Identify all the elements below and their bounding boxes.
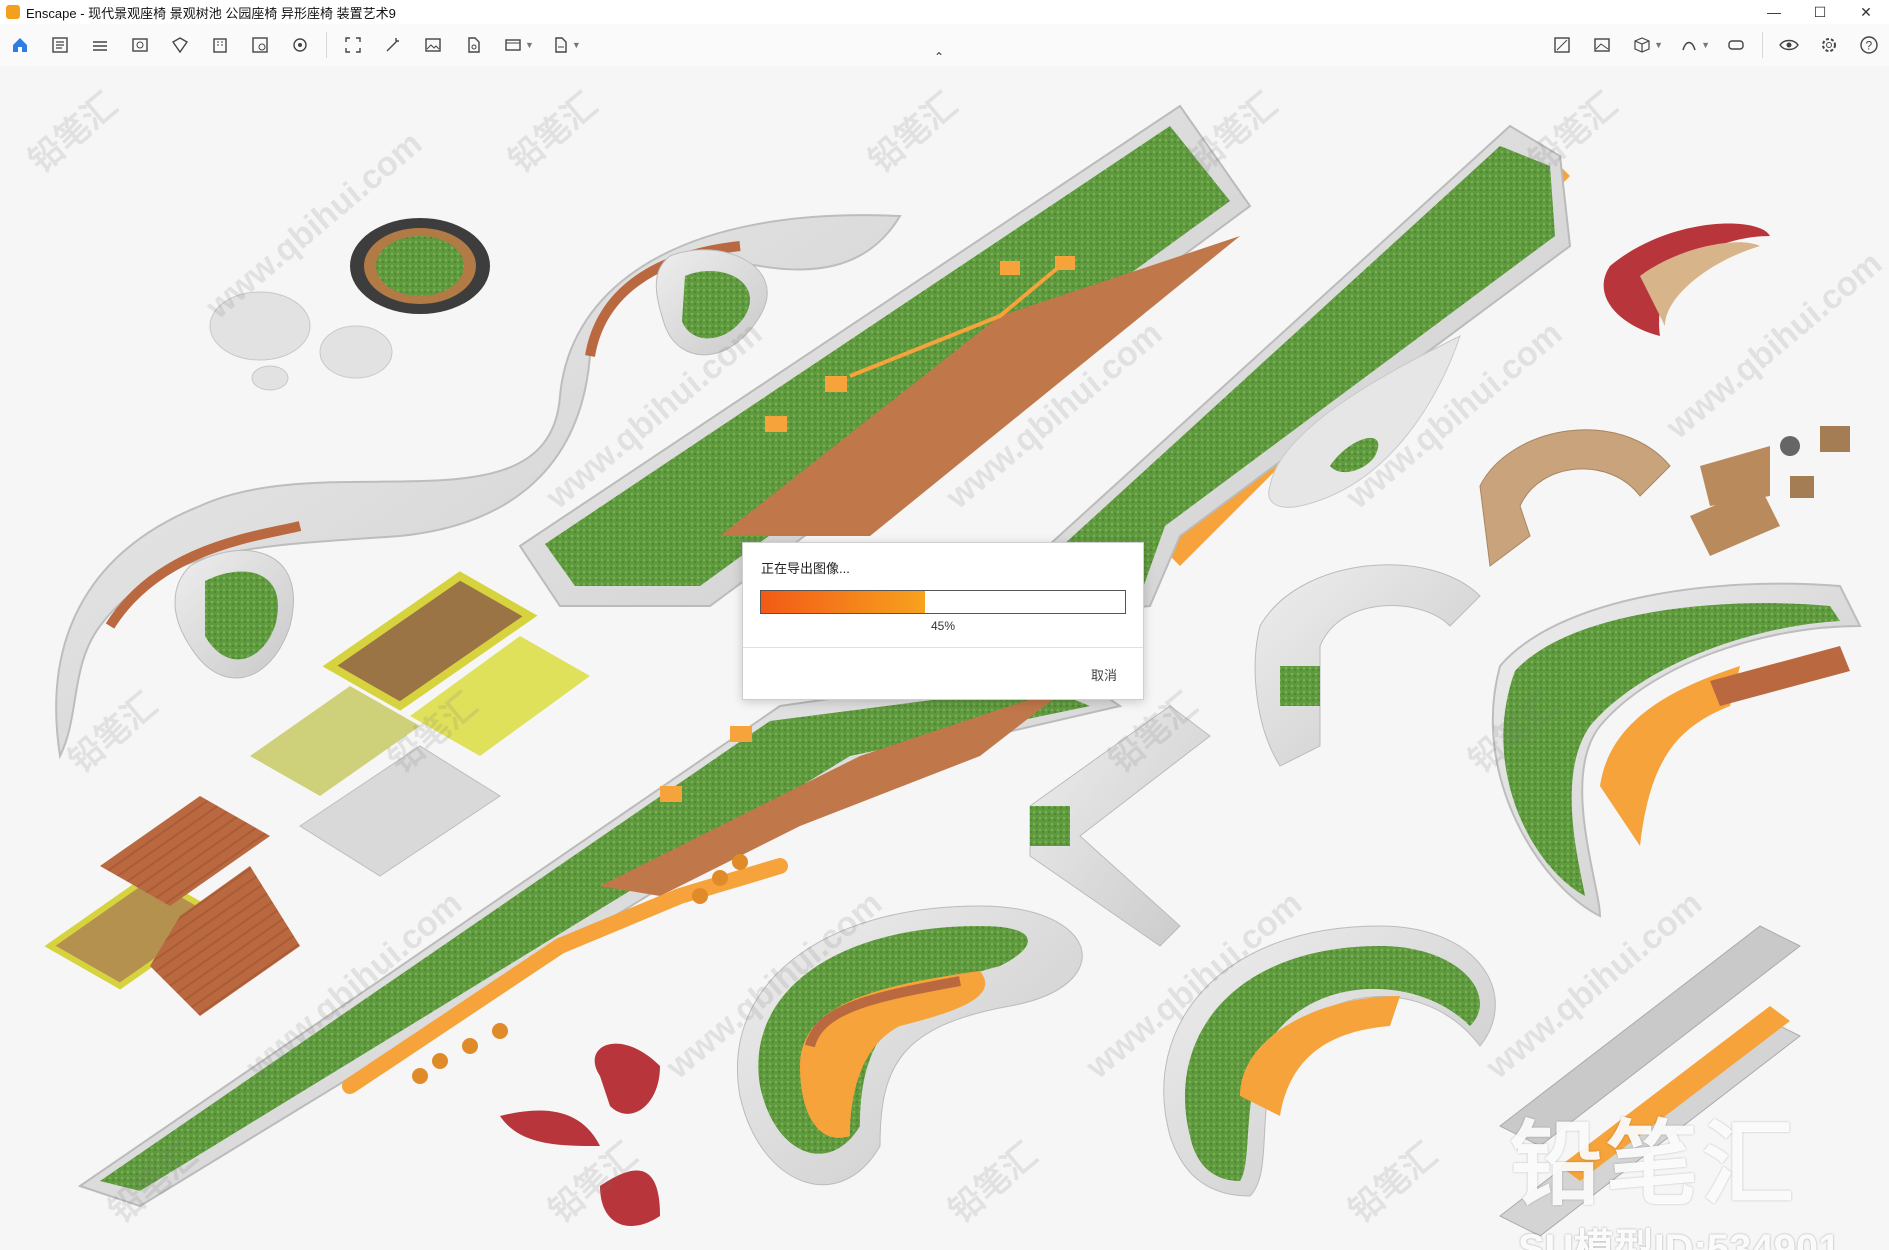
visual-settings-icon[interactable] [1550,33,1574,57]
toolbar: ▼ ▼ ▼ ▼ ? [0,24,1889,67]
video-icon[interactable] [501,33,525,57]
brand-watermark: 铅笔汇 [1510,1114,1799,1216]
material-icon[interactable] [168,33,192,57]
progress-bar [760,590,1126,614]
model-id-watermark: SU模型ID:534901 [1518,1227,1841,1250]
svg-text:?: ? [1866,39,1873,53]
settings-icon[interactable] [288,33,312,57]
home-icon[interactable] [8,33,32,57]
dialog-title: 正在导出图像... [761,561,850,576]
help-icon[interactable]: ? [1857,33,1881,57]
progress-label: 45% [930,619,956,633]
export-icon[interactable] [548,33,572,57]
chevron-down-icon[interactable]: ▼ [572,40,581,50]
chevron-down-icon[interactable]: ▼ [1654,40,1663,50]
upload-icon[interactable] [461,33,485,57]
title-bar: Enscape - 现代景观座椅 景观树池 公园座椅 异形座椅 装置艺术9 — … [0,0,1889,24]
toolbar-divider [1762,32,1763,58]
asset-icon[interactable] [248,33,272,57]
building-icon[interactable] [208,33,232,57]
window-controls: — ☐ ✕ [1751,0,1889,24]
vr-icon[interactable] [1724,33,1748,57]
dialog-divider [743,647,1143,648]
magic-icon[interactable] [381,33,405,57]
close-button[interactable]: ✕ [1843,0,1889,24]
minimize-button[interactable]: — [1751,0,1797,24]
cube-icon[interactable] [1630,33,1654,57]
export-progress-dialog: 正在导出图像... 45% 取消 [742,542,1144,700]
project-icon[interactable] [48,33,72,57]
cancel-button[interactable]: 取消 [1091,665,1117,684]
chevron-down-icon[interactable]: ▼ [525,40,534,50]
chevron-down-icon[interactable]: ▼ [1701,40,1710,50]
view-icon[interactable] [128,33,152,57]
collapse-toolbar-caret-icon[interactable]: ⌃ [934,50,944,64]
gear-icon[interactable] [1817,33,1841,57]
window-title: Enscape - 现代景观座椅 景观树池 公园座椅 异形座椅 装置艺术9 [26,5,396,21]
render-icon[interactable] [1677,33,1701,57]
screenshot-icon[interactable] [341,33,365,57]
image-icon[interactable] [421,33,445,57]
progress-fill [761,591,925,613]
toolbar-right: ▼ ▼ ? [1542,32,1889,58]
eye-icon[interactable] [1777,33,1801,57]
enscape-logo-icon [6,5,20,19]
bim-icon[interactable] [88,33,112,57]
toolbar-divider [326,32,327,58]
maximize-button[interactable]: ☐ [1797,0,1843,24]
gallery-icon[interactable] [1590,33,1614,57]
